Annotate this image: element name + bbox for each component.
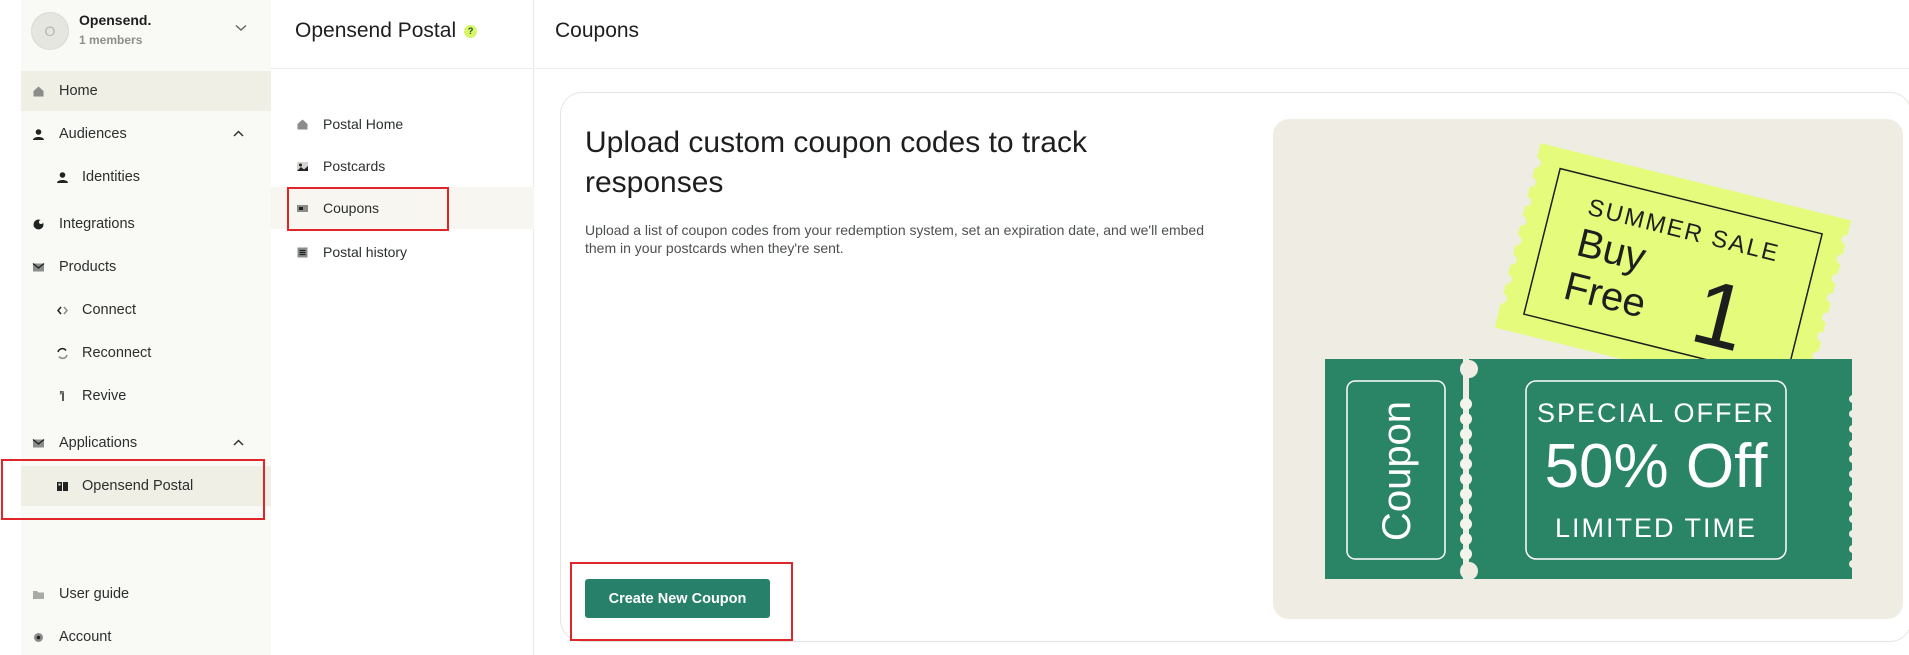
subnav-item-coupons[interactable]: Coupons — [271, 187, 534, 229]
mail-icon — [31, 260, 45, 274]
subnav-item-postcards[interactable]: Postcards — [271, 145, 534, 187]
sidebar-item-label: Integrations — [59, 216, 135, 232]
sidebar-item-reconnect[interactable]: Reconnect — [21, 333, 271, 373]
postal-title-row: Opensend Postal ? — [295, 19, 478, 43]
sidebar-item-user-guide[interactable]: User guide — [21, 574, 271, 614]
avatar: O — [31, 12, 69, 50]
integrations-icon — [31, 217, 45, 231]
home-icon — [31, 84, 45, 98]
subnav-item-label: Postcards — [323, 158, 386, 174]
postcard-icon — [296, 160, 309, 173]
sidebar-item-audiences[interactable]: Audiences — [21, 114, 271, 154]
card-description: Upload a list of coupon codes from your … — [585, 222, 1205, 256]
ticket-coupon-stub-text: Coupon — [1375, 401, 1419, 541]
chevron-down-icon[interactable] — [231, 18, 251, 38]
subnav-item-label: Coupons — [323, 200, 380, 216]
ticket-limited-time-text: LIMITED TIME — [1555, 513, 1757, 543]
sidebar-item-home[interactable]: Home — [21, 71, 271, 111]
org-members-count: 1 members — [79, 33, 143, 47]
revive-icon — [55, 389, 69, 403]
mail-icon — [31, 436, 45, 450]
chevron-up-icon[interactable] — [233, 437, 244, 449]
subnav-item-postal-history[interactable]: Postal history — [271, 231, 534, 273]
ticket-discount-text: 50% Off — [1545, 432, 1769, 501]
subnav-item-label: Postal history — [323, 244, 408, 260]
sidebar-item-label: Products — [59, 259, 117, 275]
create-new-coupon-button[interactable]: Create New Coupon — [585, 579, 770, 618]
sidebar-item-label: User guide — [59, 586, 130, 602]
sidebar-item-label: Revive — [82, 388, 127, 404]
org-name: Opensend. — [79, 12, 152, 28]
sidebar-item-label: Home — [59, 83, 98, 99]
subnav-item-postal-home[interactable]: Postal Home — [271, 103, 534, 145]
coupon-illustration-graphic: SUMMER SALE Buy Free 1 Coupon SPECIAL OF… — [1325, 143, 1857, 580]
divider — [535, 68, 1909, 69]
org-switcher[interactable]: O Opensend. 1 members — [21, 0, 271, 58]
coupon-illustration: SUMMER SALE Buy Free 1 Coupon SPECIAL OF… — [1273, 119, 1903, 619]
history-icon — [296, 246, 309, 259]
sidebar-item-label: Reconnect — [82, 345, 152, 361]
postal-subnav: Opensend Postal ? Postal Home Postcards … — [271, 0, 534, 655]
sidebar-item-label: Account — [59, 629, 112, 645]
sidebar-item-label: Connect — [82, 302, 137, 318]
sidebar-item-identities[interactable]: Identities — [21, 157, 271, 197]
sidebar-item-account[interactable]: Account — [21, 617, 271, 655]
app-sidebar: O Opensend. 1 members Home Audiences Ide… — [21, 0, 271, 655]
sidebar-item-label: Audiences — [59, 126, 127, 142]
postal-app-icon — [55, 479, 69, 493]
card-heading: Upload custom coupon codes to track resp… — [585, 126, 1087, 199]
main-content: Coupons Upload custom coupon codes to tr… — [535, 0, 1909, 655]
divider — [271, 68, 534, 69]
folder-icon — [31, 587, 45, 601]
ticket-special-offer-text: SPECIAL OFFER — [1537, 398, 1775, 428]
sidebar-item-opensend-postal[interactable]: Opensend Postal — [21, 466, 271, 506]
reconnect-icon — [55, 346, 69, 360]
sidebar-item-integrations[interactable]: Integrations — [21, 204, 271, 244]
sidebar-item-label: Opensend Postal — [82, 478, 194, 494]
sidebar-item-products[interactable]: Products — [21, 247, 271, 287]
help-badge-icon[interactable]: ? — [464, 24, 478, 38]
sidebar-item-label: Applications — [59, 435, 138, 451]
coupons-empty-state-card: Upload custom coupon codes to track resp… — [560, 92, 1909, 642]
postal-title: Opensend Postal — [295, 19, 457, 42]
home-icon — [296, 118, 309, 131]
connect-icon — [55, 303, 69, 317]
gear-icon — [31, 630, 45, 644]
user-icon — [55, 170, 69, 184]
subnav-item-label: Postal Home — [323, 116, 404, 132]
sidebar-item-applications[interactable]: Applications — [21, 423, 271, 463]
coupon-icon — [296, 202, 309, 215]
chevron-up-icon[interactable] — [233, 128, 244, 140]
user-icon — [31, 127, 45, 141]
sidebar-item-revive[interactable]: Revive — [21, 376, 271, 416]
special-offer-ticket: Coupon SPECIAL OFFER 50% Off LIMITED TIM… — [1325, 359, 1857, 580]
page-title: Coupons — [555, 19, 640, 42]
sidebar-item-connect[interactable]: Connect — [21, 290, 271, 330]
sidebar-item-label: Identities — [82, 169, 141, 185]
